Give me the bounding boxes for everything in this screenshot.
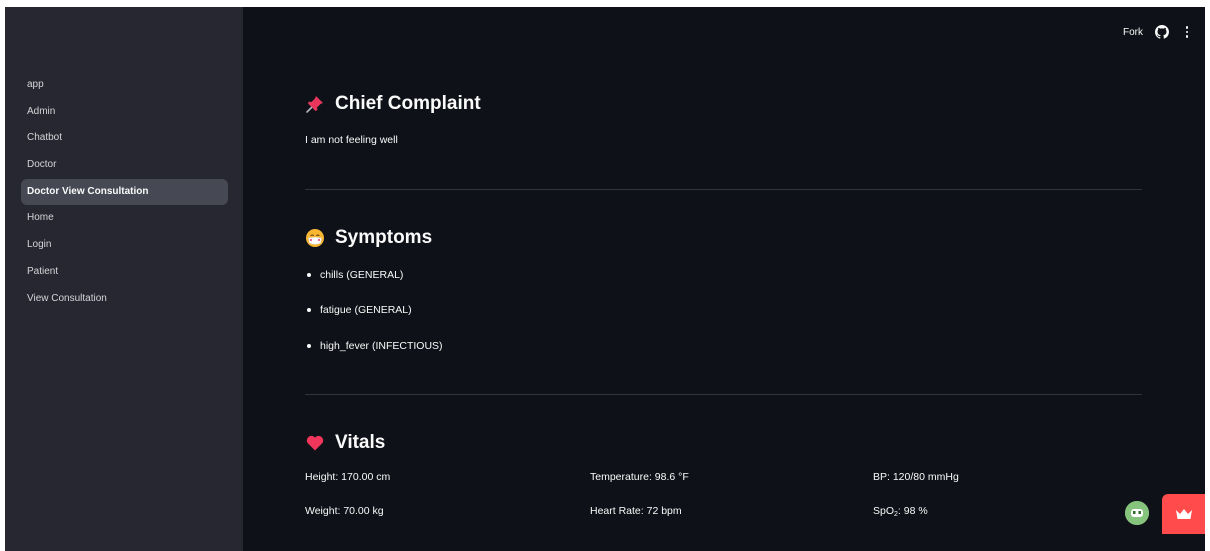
- vital-spo2: SpO2: 98 %: [873, 505, 928, 518]
- list-item: chills (GENERAL): [307, 269, 403, 281]
- vital-weight: Weight: 70.00 kg: [305, 505, 384, 517]
- fork-button[interactable]: Fork: [1123, 27, 1143, 38]
- chief-complaint-text: I am not feeling well: [305, 134, 398, 146]
- crown-icon[interactable]: [1162, 494, 1205, 534]
- chief-complaint-title: Chief Complaint: [335, 93, 481, 114]
- list-item: high_fever (INFECTIOUS): [307, 340, 443, 352]
- symptom-text: fatigue (GENERAL): [320, 304, 412, 316]
- toolbar: Fork: [1123, 7, 1205, 57]
- vital-height: Height: 170.00 cm: [305, 471, 391, 483]
- github-icon[interactable]: [1155, 25, 1169, 39]
- spo2-value: : 98 %: [897, 505, 928, 517]
- vitals-heading: Vitals: [305, 432, 385, 454]
- sidebar-item-view-consultation[interactable]: View Consultation: [21, 286, 228, 313]
- symptoms-heading: Symptoms: [305, 227, 432, 249]
- sidebar-item-patient[interactable]: Patient: [21, 259, 228, 286]
- symptom-text: high_fever (INFECTIOUS): [320, 340, 443, 352]
- vitals-title: Vitals: [335, 432, 386, 453]
- face-with-mask-icon: [305, 228, 325, 248]
- sidebar-item-doctor[interactable]: Doctor: [21, 152, 228, 179]
- divider: [305, 394, 1142, 395]
- vital-bp: BP: 120/80 mmHg: [873, 471, 959, 483]
- pushpin-icon: [305, 94, 325, 114]
- app-frame: app Admin Chatbot Doctor Doctor View Con…: [5, 7, 1205, 551]
- avatar[interactable]: [1125, 501, 1149, 525]
- vital-temperature: Temperature: 98.6 °F: [590, 471, 689, 483]
- list-item: fatigue (GENERAL): [307, 304, 412, 316]
- vital-heart-rate: Heart Rate: 72 bpm: [590, 505, 682, 517]
- symptoms-title: Symptoms: [335, 227, 433, 248]
- symptom-text: chills (GENERAL): [320, 269, 404, 281]
- kebab-menu-icon[interactable]: [1181, 25, 1193, 39]
- sidebar-item-chatbot[interactable]: Chatbot: [21, 125, 228, 152]
- sidebar-item-doctor-view-consultation[interactable]: Doctor View Consultation: [21, 178, 228, 206]
- chief-complaint-heading: Chief Complaint: [305, 93, 481, 115]
- sidebar-item-home[interactable]: Home: [21, 205, 228, 232]
- sidebar-item-admin[interactable]: Admin: [21, 99, 228, 126]
- sidebar-nav: app Admin Chatbot Doctor Doctor View Con…: [21, 72, 228, 312]
- divider: [305, 189, 1142, 190]
- sidebar-item-login[interactable]: Login: [21, 232, 228, 259]
- sidebar: app Admin Chatbot Doctor Doctor View Con…: [5, 7, 243, 551]
- main-content: Fork Chief Complaint I am not feeling we…: [243, 7, 1205, 551]
- sidebar-item-app[interactable]: app: [21, 72, 228, 99]
- spo2-prefix: SpO: [873, 505, 895, 517]
- heart-icon: [305, 433, 325, 453]
